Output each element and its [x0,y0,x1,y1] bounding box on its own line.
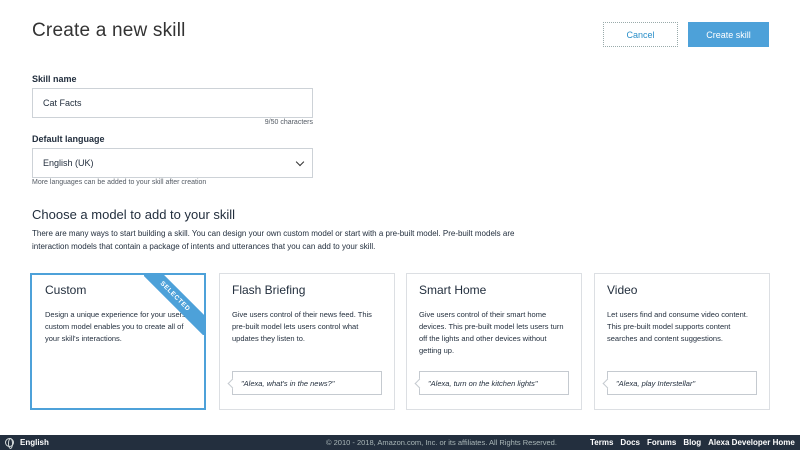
footer-link-forums[interactable]: Forums [647,438,676,447]
default-language-select[interactable]: English (UK) [32,148,313,178]
copyright-text: © 2010 - 2018, Amazon.com, Inc. or its a… [326,438,557,447]
skill-name-value: Cat Facts [43,98,82,108]
footer-links: Terms Docs Forums Blog Alexa Developer H… [590,438,795,447]
footer: English © 2010 - 2018, Amazon.com, Inc. … [0,435,800,450]
model-card-title: Custom [45,283,87,297]
model-section-description: There are many ways to start building a … [32,229,515,251]
create-skill-button[interactable]: Create skill [688,22,769,47]
selected-ribbon: SELECTED [144,275,204,335]
model-card-title: Flash Briefing [232,283,306,297]
language-hint: More languages can be added to your skil… [32,179,207,186]
page-title: Create a new skill [32,20,186,41]
character-counter: 9/50 characters [264,119,313,126]
model-card-description: Let users find and consume video content… [607,310,748,343]
footer-link-terms[interactable]: Terms [590,438,613,447]
default-language-label: Default language [32,134,105,144]
chevron-down-icon [295,157,305,167]
footer-link-alexa-developer-home[interactable]: Alexa Developer Home [708,438,795,447]
footer-link-docs[interactable]: Docs [620,438,640,447]
model-card-title: Video [607,283,638,297]
globe-icon[interactable] [5,438,14,449]
model-card-smart-home[interactable]: Smart Home Give users control of their s… [406,273,582,410]
model-card-title: Smart Home [419,283,487,297]
skill-name-label: Skill name [32,74,77,84]
sample-utterance: "Alexa, what's in the news?" [232,371,382,395]
selected-badge: SELECTED [144,275,204,335]
cancel-button[interactable]: Cancel [603,22,678,47]
model-section-title: Choose a model to add to your skill [32,207,236,222]
sample-utterance: "Alexa, play Interstellar" [607,371,757,395]
model-card-custom[interactable]: Custom Design a unique experience for yo… [30,273,206,410]
language-selector[interactable]: English [20,438,49,447]
model-card-video[interactable]: Video Let users find and consume video c… [594,273,770,410]
skill-name-input[interactable]: Cat Facts [32,88,313,118]
model-card-description: Give users control of their smart home d… [419,310,564,355]
model-card-description: Give users control of their news feed. T… [232,310,372,343]
model-card-flash-briefing[interactable]: Flash Briefing Give users control of the… [219,273,395,410]
default-language-value: English (UK) [43,158,94,168]
sample-utterance: "Alexa, turn on the kitchen lights" [419,371,569,395]
page-header: Create a new skill Cancel Create skill [0,0,800,62]
footer-link-blog[interactable]: Blog [683,438,701,447]
